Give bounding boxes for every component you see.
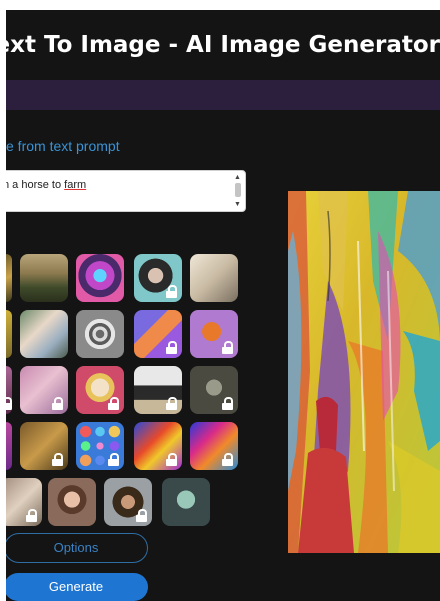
scroll-up-icon[interactable]: ▲ [234, 174, 241, 181]
lock-icon [166, 397, 177, 410]
style-tile-dark-fantasy[interactable] [190, 366, 238, 414]
style-tile-cut-off[interactable] [6, 254, 12, 302]
scroll-down-icon[interactable]: ▼ [234, 201, 241, 208]
generated-image [288, 191, 440, 553]
lock-icon [6, 397, 12, 410]
generate-button[interactable]: Generate [6, 573, 148, 601]
lock-icon [222, 397, 233, 410]
lock-icon [108, 453, 119, 466]
lock-icon [222, 453, 233, 466]
scroll-thumb[interactable] [235, 183, 241, 197]
style-tile-portrait-realistic[interactable] [48, 478, 96, 526]
style-grid [6, 254, 246, 526]
header-band [6, 80, 440, 110]
style-tile-pastel-figure[interactable] [20, 366, 68, 414]
lock-icon [166, 285, 177, 298]
lock-icon [52, 397, 63, 410]
prompt-textarea[interactable]: n a horse to farm ▲ ▼ [6, 170, 246, 212]
prompt-misspelled-word: farm [64, 179, 87, 191]
style-tile-cut-off[interactable] [6, 310, 12, 358]
style-tile-stained-glass[interactable] [190, 422, 238, 470]
style-tile-portrait-woman[interactable] [134, 254, 182, 302]
lock-icon [166, 453, 177, 466]
prompt-text: n a horse to farm [6, 179, 87, 191]
style-tile-metal-coil[interactable] [76, 310, 124, 358]
options-button[interactable]: Options [6, 533, 148, 563]
style-tile-pop-art[interactable] [76, 366, 124, 414]
generated-image-art [288, 191, 440, 553]
style-tile-sketch[interactable] [190, 254, 238, 302]
style-tile-cut-off[interactable] [6, 366, 12, 414]
page-title: Text To Image - AI Image Generator [6, 32, 440, 58]
style-tile-portrait-hat[interactable] [104, 478, 152, 526]
style-tile-robot[interactable] [76, 254, 124, 302]
lock-icon [26, 509, 37, 522]
style-tile-modern-house[interactable] [134, 366, 182, 414]
style-tile-ballet[interactable] [20, 310, 68, 358]
style-tile-landscape[interactable] [20, 254, 68, 302]
lock-icon [52, 453, 63, 466]
style-tile-icon-pattern[interactable] [76, 422, 124, 470]
style-tile-isometric-room[interactable] [134, 310, 182, 358]
prompt-scrollbar[interactable]: ▲ ▼ [233, 174, 243, 208]
lock-icon [136, 509, 147, 522]
lock-icon [222, 341, 233, 354]
style-tile-sepia-ornament[interactable] [6, 478, 42, 526]
style-tile-abstract-swirl[interactable] [134, 422, 182, 470]
style-tile-zombie[interactable] [162, 478, 210, 526]
lock-icon [166, 341, 177, 354]
style-tile-golden-fantasy[interactable] [20, 422, 68, 470]
style-tile-fox[interactable] [190, 310, 238, 358]
app-window: Text To Image - AI Image Generator e fro… [6, 10, 440, 601]
style-tile-cut-off[interactable] [6, 422, 12, 470]
lock-icon [108, 397, 119, 410]
section-heading: e from text prompt [6, 138, 120, 154]
